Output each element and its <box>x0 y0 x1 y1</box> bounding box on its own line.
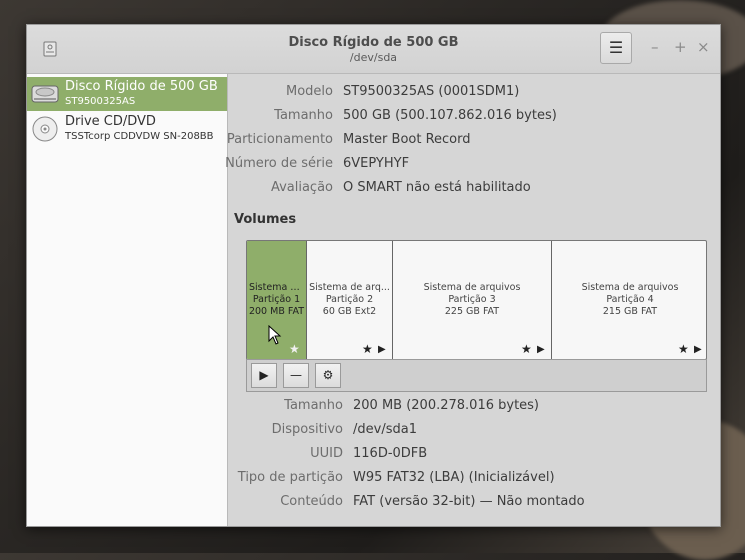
drive-model: ST9500325AS <box>65 96 136 107</box>
drive-model: TSSTcorp CDDVDW SN-208BB <box>65 131 214 142</box>
drive-item-hard-disk[interactable]: Disco Rígido de 500 GB ST9500325AS <box>27 77 227 111</box>
minimize-button[interactable]: – <box>651 38 659 56</box>
vol-label-device: Dispositivo <box>271 422 343 437</box>
partition-type: Sistema d... <box>249 282 306 293</box>
partition-number: Partição 2 <box>325 294 374 305</box>
unmounted-play-icon: ▶ <box>694 344 702 355</box>
partition-type: Sistema de arq... <box>309 282 390 293</box>
partition-size: 60 GB Ext2 <box>322 306 377 317</box>
prop-label-size: Tamanho <box>274 108 333 123</box>
titlebar: Disco Rígido de 500 GB /dev/sda ☰ – + × <box>27 25 720 74</box>
partition-type: Sistema de arquivos <box>423 282 521 293</box>
vol-label-uuid: UUID <box>310 446 343 461</box>
prop-label-serial: Número de série <box>225 156 333 171</box>
partition-size: 215 GB FAT <box>602 306 658 317</box>
vol-value-device: /dev/sda1 <box>353 422 417 437</box>
drive-list: Disco Rígido de 500 GB ST9500325AS Drive… <box>27 74 228 526</box>
partition-4[interactable]: Sistema de arquivos Partição 4 215 GB FA… <box>552 241 706 359</box>
unmounted-play-icon: ▶ <box>378 344 386 355</box>
play-icon: ▶ <box>259 368 269 382</box>
close-button[interactable]: × <box>697 38 710 56</box>
partition-number: Partição 4 <box>606 294 654 305</box>
vol-label-size: Tamanho <box>284 398 343 413</box>
partition-2[interactable]: Sistema de arq... Partição 2 60 GB Ext2 … <box>307 241 393 359</box>
minus-icon: — <box>290 368 302 382</box>
star-icon: ★ <box>362 342 373 356</box>
drive-item-cd-dvd[interactable]: Drive CD/DVD TSSTcorp CDDVDW SN-208BB <box>27 112 227 146</box>
prop-label-assessment: Avaliação <box>270 180 333 195</box>
prop-value-assessment: O SMART não está habilitado <box>343 180 531 195</box>
vol-value-contents: FAT (versão 32-bit) — Não montado <box>353 494 585 509</box>
vol-value-partition-type: W95 FAT32 (LBA) (Inicializável) <box>353 470 555 485</box>
partition-number: Partição 1 <box>252 294 301 305</box>
vol-label-contents: Conteúdo <box>280 494 343 509</box>
prop-value-size: 500 GB (500.107.862.016 bytes) <box>343 108 557 123</box>
vol-label-partition-type: Tipo de partição <box>237 470 343 485</box>
vol-value-size: 200 MB (200.278.016 bytes) <box>353 398 540 413</box>
prop-value-partitioning: Master Boot Record <box>343 132 471 147</box>
drive-name: Disco Rígido de 500 GB <box>65 79 218 94</box>
vol-value-uuid: 116D-0DFB <box>353 446 428 461</box>
bootable-star-icon: ★ <box>289 342 300 356</box>
volumes-heading: Volumes <box>234 212 297 227</box>
partition-3[interactable]: Sistema de arquivos Partição 3 225 GB FA… <box>393 241 552 359</box>
hard-disk-icon <box>31 85 59 103</box>
disks-window: Disco Rígido de 500 GB /dev/sda ☰ – + × … <box>26 24 721 527</box>
delete-partition-button[interactable]: — <box>283 363 309 388</box>
mount-button[interactable]: ▶ <box>251 363 277 388</box>
prop-value-model: ST9500325AS (0001SDM1) <box>343 84 520 99</box>
star-icon: ★ <box>521 342 532 356</box>
menu-button[interactable]: ☰ <box>600 32 632 64</box>
unmounted-play-icon: ▶ <box>537 344 545 355</box>
partition-number: Partição 3 <box>448 294 496 305</box>
star-icon: ★ <box>678 342 689 356</box>
more-actions-button[interactable]: ⚙ <box>315 363 341 388</box>
partition-size: 225 GB FAT <box>444 306 500 317</box>
maximize-button[interactable]: + <box>674 38 687 56</box>
prop-value-serial: 6VEPYHYF <box>343 156 410 171</box>
mouse-cursor-icon <box>268 325 282 345</box>
volume-toolbar: ▶ — ⚙ <box>246 359 707 392</box>
optical-disc-icon <box>32 116 58 142</box>
prop-label-partitioning: Particionamento <box>226 132 333 147</box>
partition-type: Sistema de arquivos <box>581 282 679 293</box>
gears-icon: ⚙ <box>322 368 334 382</box>
prop-label-model: Modelo <box>286 84 333 99</box>
volume-map: Sistema d... Partição 1 200 MB FAT ★ Sis… <box>246 240 707 360</box>
hamburger-icon: ☰ <box>608 38 624 57</box>
drive-name: Drive CD/DVD <box>65 114 156 129</box>
partition-size: 200 MB FAT <box>248 306 305 317</box>
